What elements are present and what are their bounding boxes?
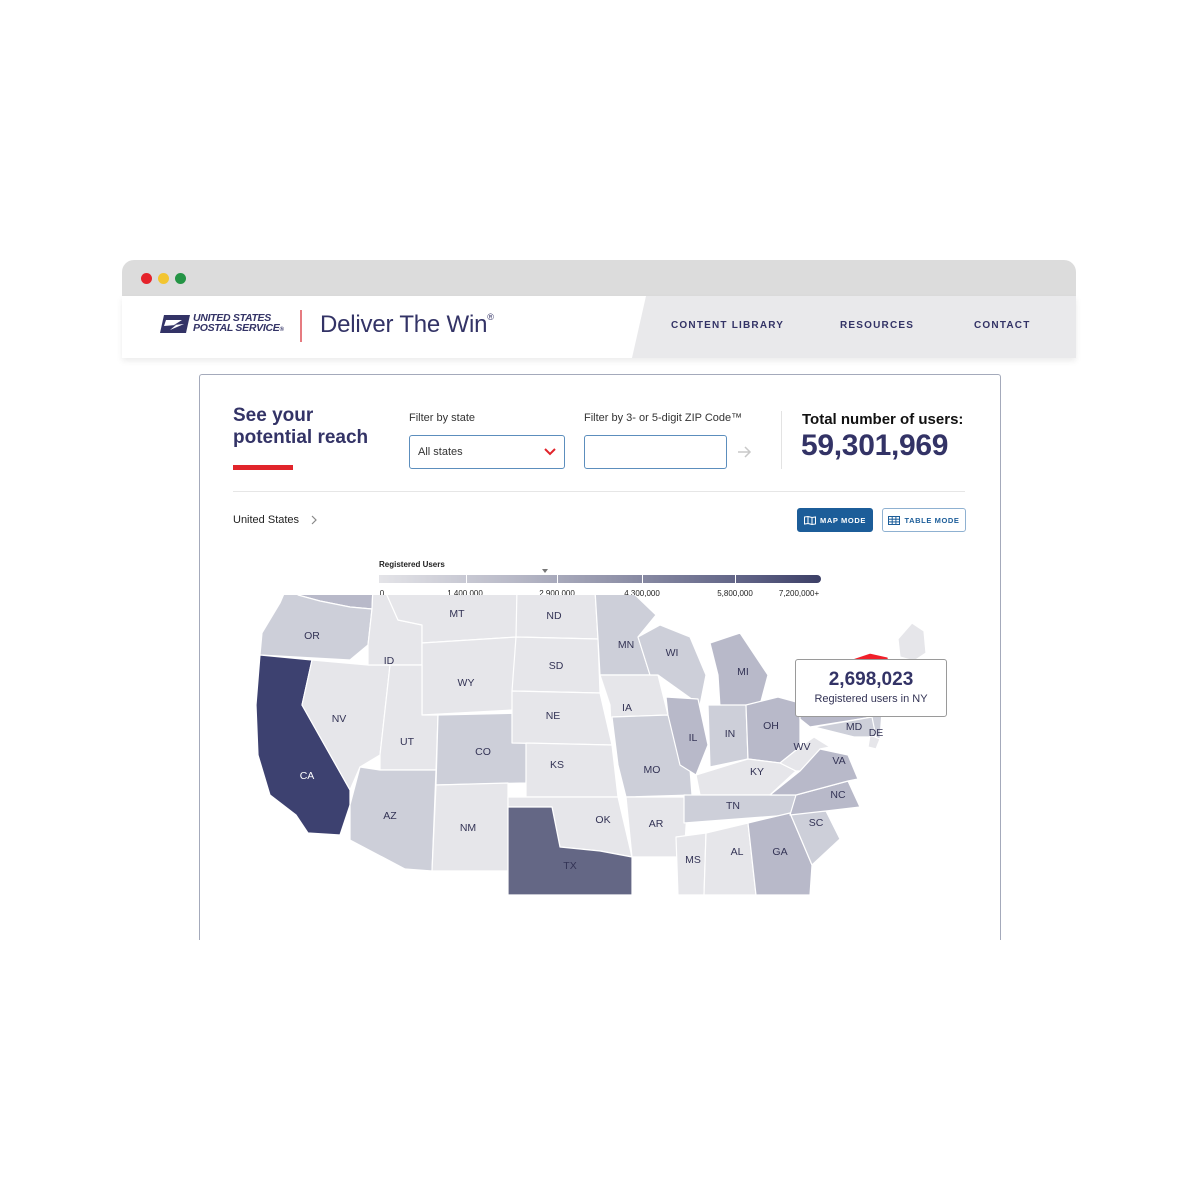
state-label-ia: IA	[622, 702, 632, 714]
state-label-nd: ND	[546, 610, 562, 622]
header-divider	[300, 310, 302, 342]
state-ne[interactable]	[511, 690, 613, 746]
state-label-ms: MS	[685, 854, 701, 866]
state-label-mt: MT	[449, 608, 465, 620]
usps-eagle-icon	[160, 315, 190, 333]
brand-title-text: Deliver The Win	[320, 311, 488, 338]
state-label-tn: TN	[726, 800, 740, 812]
state-label-in: IN	[725, 728, 736, 740]
state-filter-value: All states	[418, 446, 463, 458]
state-ks[interactable]	[525, 742, 619, 798]
state-label-mo: MO	[644, 764, 661, 776]
state-label-co: CO	[475, 746, 491, 758]
state-label-oh: OH	[763, 720, 779, 732]
state-label-nm: NM	[460, 822, 476, 834]
state-label-ar: AR	[649, 818, 664, 830]
minimize-window-button[interactable]	[158, 273, 169, 284]
legend-value-marker	[542, 569, 548, 573]
brand-title[interactable]: Deliver The Win®	[320, 311, 494, 339]
state-label-az: AZ	[383, 810, 397, 822]
tooltip-value: 2,698,023	[828, 669, 914, 690]
state-label-tx: TX	[563, 860, 576, 872]
tooltip-label: Registered users in NY	[814, 693, 928, 705]
browser-window: UNITED STATES POSTAL SERVICE® Deliver Th…	[122, 260, 1076, 940]
maximize-window-button[interactable]	[175, 273, 186, 284]
breadcrumb-united-states[interactable]: United States	[233, 514, 299, 526]
zip-filter-label: Filter by 3- or 5-digit ZIP Code™	[584, 412, 743, 424]
state-filter-select[interactable]: All states	[409, 435, 565, 469]
state-label-or: OR	[304, 630, 320, 642]
state-label-ne: NE	[546, 710, 561, 722]
state-tooltip: 2,698,023 Registered users in NY	[795, 659, 947, 717]
state-label-va: VA	[832, 755, 845, 767]
state-label-ks: KS	[550, 759, 564, 771]
panel-divider	[233, 491, 965, 492]
table-mode-button[interactable]: TABLE MODE	[882, 508, 966, 532]
site-header: UNITED STATES POSTAL SERVICE® Deliver Th…	[122, 296, 1076, 358]
headline-accent-bar	[233, 465, 293, 470]
legend-divider	[466, 575, 467, 583]
state-label-sc: SC	[809, 817, 824, 829]
state-label-al: AL	[731, 846, 744, 858]
state-label-il: IL	[689, 732, 698, 744]
legend-title: Registered Users	[379, 560, 445, 569]
header-separator	[781, 411, 782, 469]
total-users-value: 59,301,969	[801, 429, 949, 462]
headline-line-2: potential reach	[233, 427, 369, 448]
close-window-button[interactable]	[141, 273, 152, 284]
state-label-wy: WY	[458, 677, 475, 689]
state-label-de: DE	[869, 727, 884, 739]
state-label-nv: NV	[332, 713, 347, 725]
state-label-nc: NC	[830, 789, 846, 801]
state-al[interactable]	[703, 822, 757, 896]
chevron-right-icon	[311, 515, 317, 525]
legend-divider	[642, 575, 643, 583]
legend-divider	[735, 575, 736, 583]
window-titlebar	[122, 260, 1076, 296]
state-label-ca: CA	[300, 770, 315, 782]
legend-color-scale	[379, 575, 821, 583]
state-wy[interactable]	[421, 636, 518, 716]
map-icon	[804, 515, 817, 525]
state-label-md: MD	[846, 721, 863, 733]
reach-panel: See your potential reach Filter by state…	[199, 374, 1001, 940]
nav-content-library[interactable]: CONTENT LIBRARY	[671, 320, 784, 331]
logo-registered-mark: ®	[279, 327, 284, 333]
state-label-wv: WV	[794, 741, 811, 753]
state-label-mn: MN	[618, 639, 634, 651]
state-label-ga: GA	[772, 846, 787, 858]
map-mode-label: MAP MODE	[820, 515, 866, 525]
table-mode-label: TABLE MODE	[904, 515, 960, 525]
headline-line-1: See your	[233, 405, 314, 426]
state-label-wi: WI	[666, 647, 679, 659]
nav-resources[interactable]: RESOURCES	[840, 320, 914, 331]
state-label-mi: MI	[737, 666, 749, 678]
map-mode-button[interactable]: MAP MODE	[797, 508, 873, 532]
usps-wordmark: UNITED STATES POSTAL SERVICE®	[193, 313, 284, 335]
zip-code-input[interactable]	[584, 435, 727, 469]
total-users-label: Total number of users:	[802, 411, 964, 428]
brand-registered-mark: ®	[487, 312, 494, 322]
legend-divider	[557, 575, 558, 583]
state-label-ok: OK	[595, 814, 610, 826]
state-me[interactable]	[897, 622, 927, 662]
logo-line-2: POSTAL SERVICE	[193, 322, 280, 334]
nav-contact[interactable]: CONTACT	[974, 320, 1031, 331]
state-label-id: ID	[384, 655, 395, 667]
table-icon	[888, 515, 901, 525]
panel-headline: See your potential reach	[233, 405, 368, 449]
state-label-sd: SD	[549, 660, 564, 672]
usps-logo[interactable]: UNITED STATES POSTAL SERVICE®	[160, 313, 284, 335]
chevron-down-icon	[544, 448, 556, 456]
state-label-ut: UT	[400, 736, 415, 748]
state-filter-label: Filter by state	[409, 412, 476, 424]
arrow-right-icon[interactable]	[735, 443, 753, 461]
us-choropleth-map[interactable]: WAORCANVIDMTWYUTAZCONMNDSDNEKSOKTXMNIAMO…	[200, 595, 1001, 940]
state-label-ky: KY	[750, 766, 764, 778]
